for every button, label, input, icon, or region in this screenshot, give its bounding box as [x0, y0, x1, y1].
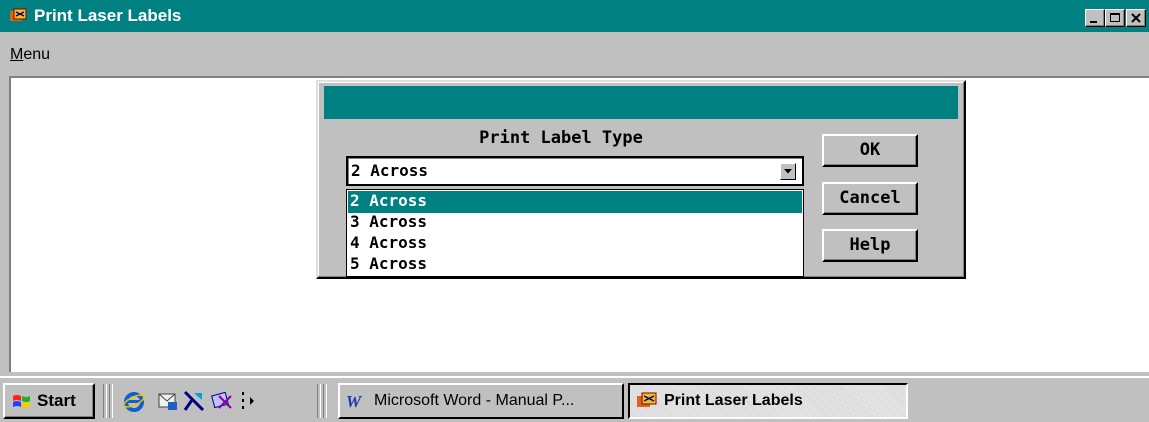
- taskbar-separator: [109, 384, 113, 418]
- cancel-button[interactable]: Cancel: [822, 182, 918, 215]
- list-item-5-across[interactable]: 5 Across: [348, 254, 802, 276]
- maximize-icon: [1110, 13, 1120, 22]
- close-button[interactable]: [1126, 9, 1146, 27]
- print-labels-app-icon: [637, 392, 657, 407]
- more-arrow-icon[interactable]: [240, 390, 258, 412]
- svg-text:W: W: [346, 392, 363, 410]
- menu-menu[interactable]: Menu: [10, 46, 50, 64]
- label-type-dropdown-list[interactable]: 2 Across 3 Across 4 Across 5 Across: [346, 189, 804, 277]
- task-label-word: Microsoft Word - Manual P...: [374, 392, 575, 409]
- minimize-icon: [1090, 21, 1097, 23]
- taskbar-separator: [103, 384, 107, 418]
- ok-button[interactable]: OK: [822, 134, 918, 167]
- internet-explorer-icon[interactable]: [122, 390, 146, 412]
- menu-label-rest: enu: [23, 46, 51, 63]
- window-title: Print Laser Labels: [34, 6, 182, 25]
- task-label-print-laser-labels: Print Laser Labels: [664, 392, 803, 409]
- help-button[interactable]: Help: [822, 229, 918, 262]
- window-title-bar[interactable]: Print Laser Labels: [0, 0, 1149, 32]
- list-item-2-across[interactable]: 2 Across: [348, 191, 802, 213]
- start-button[interactable]: Start: [3, 383, 95, 419]
- channels-icon[interactable]: [182, 390, 206, 412]
- task-button-print-laser-labels[interactable]: Print Laser Labels: [628, 383, 908, 419]
- windows-logo-icon: [13, 395, 30, 408]
- taskbar-separator: [317, 384, 321, 418]
- dropdown-button[interactable]: [780, 163, 796, 180]
- print-labels-app-icon: [10, 8, 27, 21]
- print-label-type-dialog: Print Label Type 2 Across 2 Across 3 Acr…: [316, 80, 966, 279]
- combo-value: 2 Across: [351, 161, 429, 180]
- taskbar-separator: [323, 384, 327, 418]
- chevron-down-icon: [784, 169, 792, 174]
- menu-mnemonic: M: [10, 46, 24, 63]
- desktop-icon[interactable]: [211, 390, 235, 412]
- taskbar: Start W Microsoft Word - Manual P... Pri…: [0, 376, 1149, 422]
- word-icon: W: [346, 392, 363, 410]
- close-icon: [1131, 13, 1141, 23]
- minimize-button[interactable]: [1085, 9, 1105, 27]
- list-item-4-across[interactable]: 4 Across: [348, 233, 802, 255]
- outlook-express-icon[interactable]: [156, 390, 180, 412]
- dialog-title-bar[interactable]: [324, 86, 958, 119]
- list-item-3-across[interactable]: 3 Across: [348, 212, 802, 234]
- task-button-microsoft-word[interactable]: W Microsoft Word - Manual P...: [338, 383, 624, 419]
- maximize-button[interactable]: [1105, 9, 1125, 27]
- menu-bar: Menu: [0, 32, 1149, 74]
- dialog-heading: Print Label Type: [479, 128, 643, 148]
- start-label: Start: [37, 391, 76, 410]
- label-type-combobox[interactable]: 2 Across: [346, 156, 804, 186]
